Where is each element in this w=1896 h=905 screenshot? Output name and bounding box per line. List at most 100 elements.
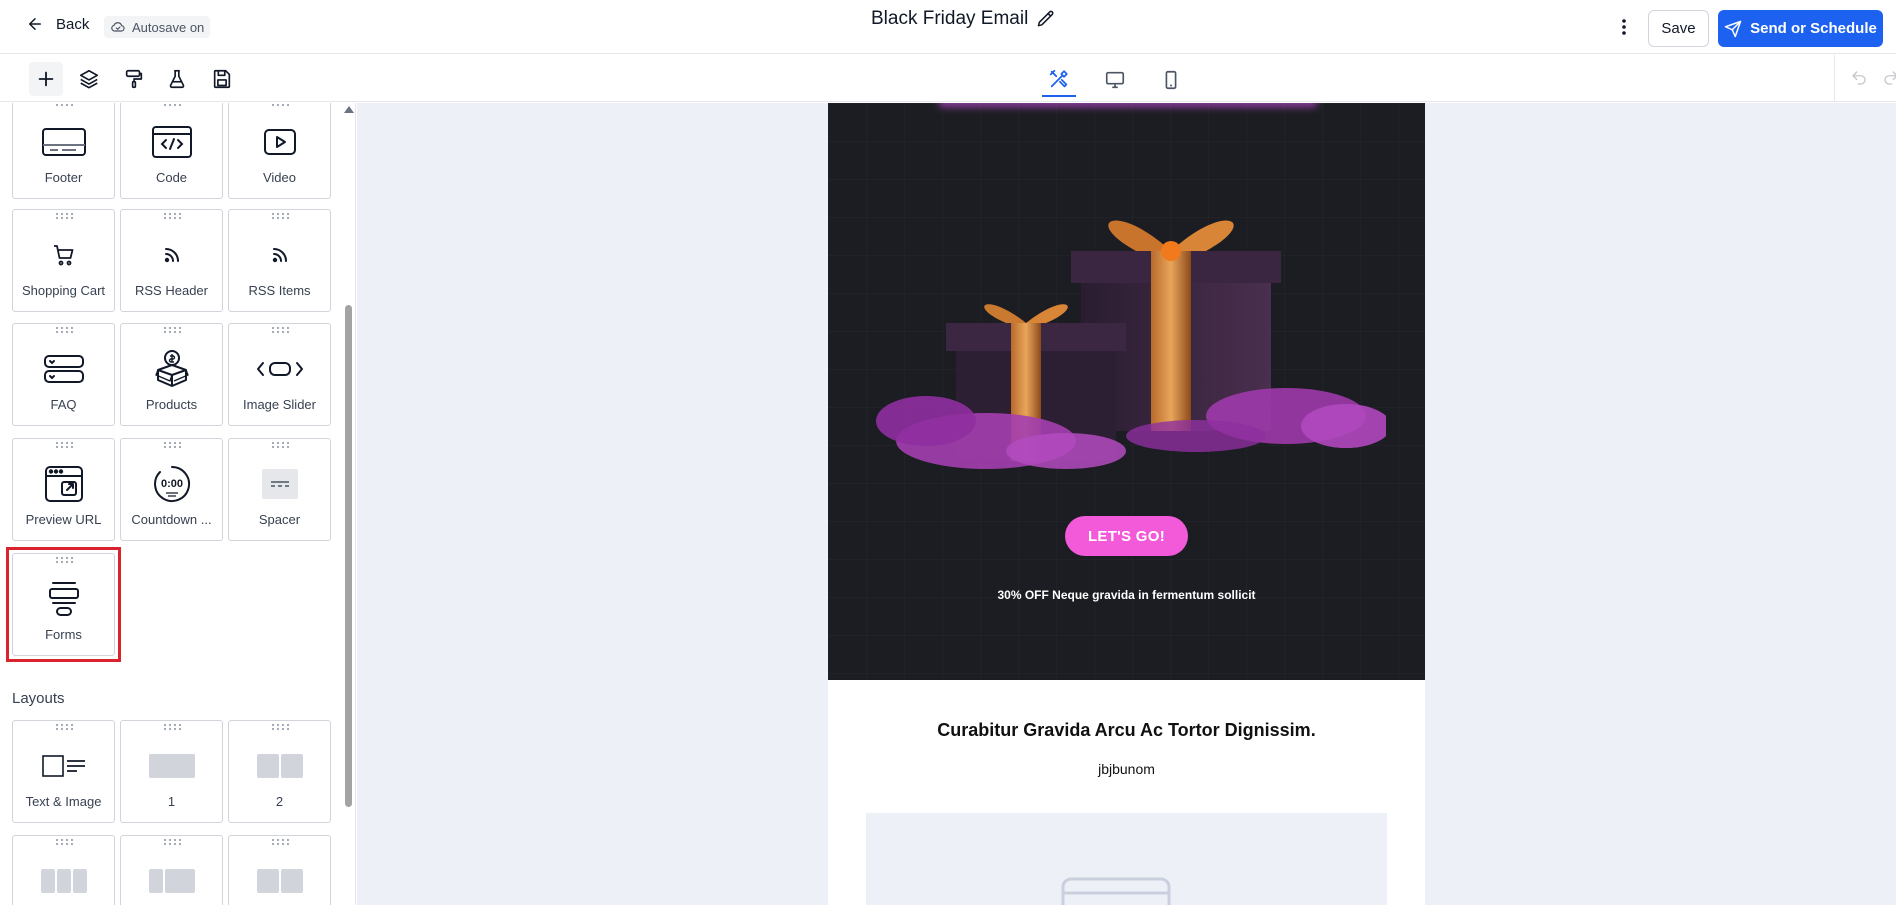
drag-handle-icon[interactable] — [271, 723, 290, 731]
layers-tool[interactable] — [72, 62, 106, 96]
element-rss-header[interactable]: RSS Header — [120, 209, 223, 312]
arrow-left-icon — [29, 18, 41, 30]
hero-section[interactable]: LET'S GO! 30% OFF Neque gravida in ferme… — [828, 103, 1425, 680]
element-label: RSS Items — [248, 283, 311, 298]
rss-icon — [272, 248, 287, 263]
video-icon — [264, 129, 296, 155]
sidebar-scrollbar[interactable] — [345, 305, 352, 807]
drag-handle-icon[interactable] — [55, 326, 74, 334]
drag-handle-icon[interactable] — [55, 723, 74, 731]
drag-handle-icon[interactable] — [163, 723, 182, 731]
drag-handle-icon[interactable] — [271, 212, 290, 220]
element-label: FAQ — [50, 397, 77, 412]
preview-url-icon — [45, 466, 83, 502]
element-preview-url[interactable]: Preview URL — [12, 438, 115, 541]
slider-icon — [257, 362, 303, 376]
send-or-schedule-button[interactable]: Send or Schedule — [1718, 10, 1883, 47]
element-label: Products — [145, 397, 198, 412]
rss-icon — [164, 248, 179, 263]
drag-handle-icon[interactable] — [55, 212, 74, 220]
gift-boxes-image[interactable] — [866, 211, 1386, 471]
autosave-badge: Autosave on — [104, 16, 211, 38]
element-label: Countdown ... — [131, 512, 212, 527]
top-bar: Back Autosave on Black Friday Email Save… — [0, 0, 1896, 54]
layout-two-one-column[interactable] — [228, 835, 331, 905]
styles-tool[interactable] — [117, 62, 151, 96]
back-button[interactable]: Back — [26, 15, 89, 33]
drag-handle-icon[interactable] — [271, 326, 290, 334]
add-element-tool[interactable] — [29, 62, 63, 96]
faq-icon — [44, 355, 84, 383]
spacer-icon — [262, 469, 298, 499]
drag-handle-icon[interactable] — [55, 441, 74, 449]
drag-handle-icon[interactable] — [271, 838, 290, 846]
element-video[interactable]: Video — [228, 103, 331, 199]
element-countdown[interactable]: 0:00 Countdown ... — [120, 438, 223, 541]
element-products[interactable]: Products — [120, 323, 223, 426]
element-faq[interactable]: FAQ — [12, 323, 115, 426]
email-subtext[interactable]: jbjbunom — [828, 761, 1425, 777]
flask-icon — [169, 69, 185, 89]
drag-handle-icon[interactable] — [55, 838, 74, 846]
drag-handle-icon[interactable] — [55, 103, 74, 107]
save-template-tool[interactable] — [205, 62, 239, 96]
email-heading[interactable]: Curabitur Gravida Arcu Ac Tortor Digniss… — [828, 720, 1425, 741]
drag-handle-icon[interactable] — [163, 326, 182, 334]
element-spacer[interactable]: Spacer — [228, 438, 331, 541]
drag-handle-icon[interactable] — [163, 838, 182, 846]
layout-one-column[interactable]: 1 — [120, 720, 223, 823]
redo-icon[interactable] — [1882, 69, 1896, 87]
element-label: Forms — [45, 627, 82, 642]
layout-text-image[interactable]: Text & Image — [12, 720, 115, 823]
send-icon — [1724, 20, 1742, 37]
element-rss-items[interactable]: RSS Items — [228, 209, 331, 312]
drag-handle-icon[interactable] — [163, 441, 182, 449]
uneven-column-icon — [149, 869, 195, 893]
email-title[interactable]: Black Friday Email — [871, 8, 1056, 30]
email-preview[interactable]: LET'S GO! 30% OFF Neque gravida in ferme… — [828, 103, 1425, 905]
autosave-label: Autosave on — [132, 19, 205, 35]
element-code[interactable]: Code — [120, 103, 223, 199]
promo-text: 30% OFF Neque gravida in fermentum solli… — [997, 588, 1256, 602]
layout-label: 2 — [275, 794, 284, 809]
test-tool[interactable] — [160, 62, 194, 96]
three-column-icon — [41, 869, 87, 893]
image-placeholder-block[interactable] — [866, 813, 1387, 905]
save-disk-icon — [213, 69, 231, 89]
drag-handle-icon[interactable] — [163, 212, 182, 220]
email-canvas: LET'S GO! 30% OFF Neque gravida in ferme… — [357, 103, 1896, 905]
undo-icon[interactable] — [1850, 69, 1868, 87]
element-footer[interactable]: Footer — [12, 103, 115, 199]
pencil-icon[interactable] — [1036, 9, 1056, 29]
one-column-icon — [149, 754, 195, 778]
layout-three-column[interactable] — [12, 835, 115, 905]
tab-mobile[interactable] — [1154, 63, 1188, 97]
drag-handle-icon[interactable] — [55, 556, 74, 564]
drag-handle-icon[interactable] — [271, 103, 290, 107]
element-label: Spacer — [258, 512, 301, 527]
element-shopping-cart[interactable]: Shopping Cart — [12, 209, 115, 312]
kebab-icon — [1622, 19, 1626, 35]
drag-handle-icon[interactable] — [271, 441, 290, 449]
builder-tools-icon — [1049, 69, 1068, 88]
tab-desktop[interactable] — [1098, 63, 1132, 97]
countdown-icon-text: 0:00 — [161, 478, 183, 490]
tab-builder[interactable] — [1042, 63, 1076, 97]
two-column-icon — [257, 754, 303, 778]
layout-one-two-column[interactable] — [120, 835, 223, 905]
layout-two-column[interactable]: 2 — [228, 720, 331, 823]
element-image-slider[interactable]: Image Slider — [228, 323, 331, 426]
paint-roller-icon — [125, 69, 143, 89]
back-label: Back — [56, 15, 90, 33]
save-button[interactable]: Save — [1648, 10, 1709, 47]
code-icon — [152, 126, 192, 158]
more-options-button[interactable] — [1612, 14, 1636, 40]
toolbar-divider — [1834, 55, 1835, 102]
scroll-up-arrow[interactable] — [344, 106, 354, 113]
plus-icon — [38, 71, 54, 87]
drag-handle-icon[interactable] — [163, 103, 182, 107]
image-placeholder-icon — [1061, 877, 1171, 905]
lets-go-button[interactable]: LET'S GO! — [1065, 516, 1188, 556]
element-forms[interactable]: Forms — [12, 553, 115, 656]
elements-sidebar: Footer Code Video Shopping Cart RSS Head… — [0, 103, 356, 905]
